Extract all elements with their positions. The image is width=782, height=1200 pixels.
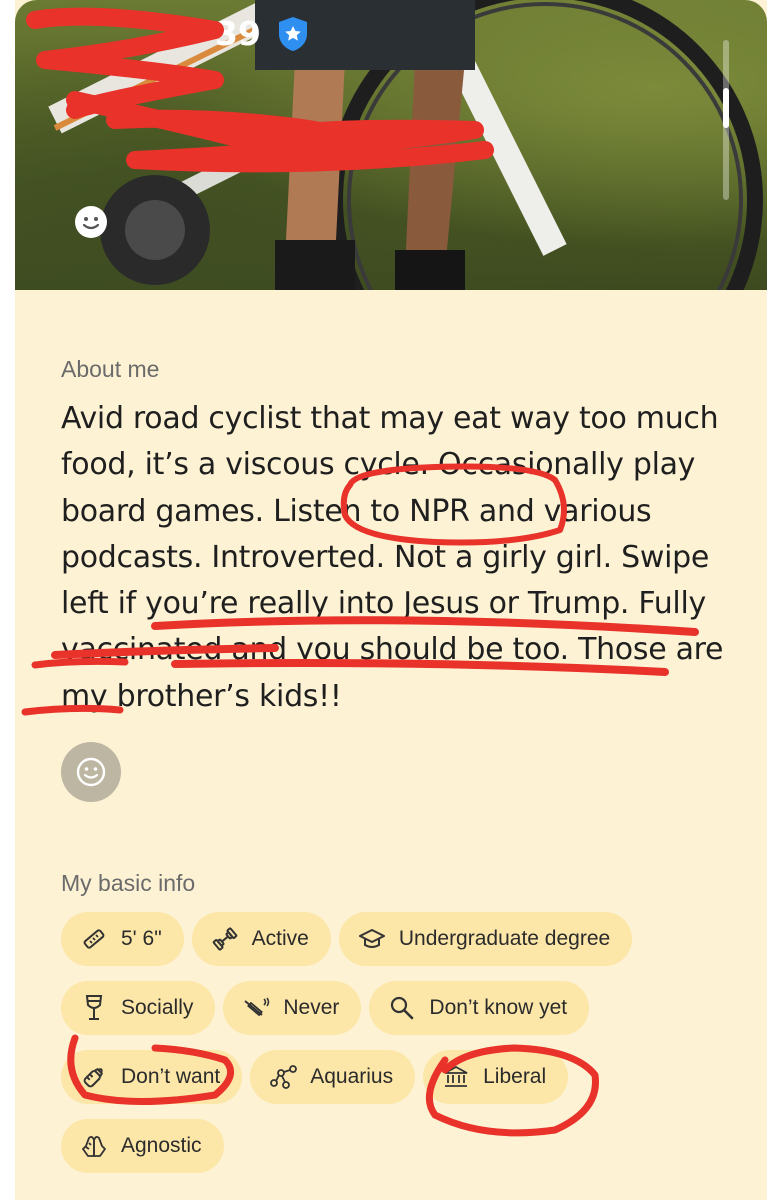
react-photo-button[interactable] <box>75 206 107 238</box>
chip-row: 5' 6" Active Undergraduate degree <box>61 912 633 966</box>
chip-exercise[interactable]: Active <box>191 912 331 966</box>
basic-info-heading: My basic info <box>61 870 196 896</box>
react-about-button[interactable] <box>61 742 121 802</box>
chip-politics[interactable]: Liberal <box>423 1050 569 1104</box>
chip-label: Liberal <box>483 1065 547 1088</box>
dumbbell-icon <box>210 924 240 954</box>
chip-drinking[interactable]: Socially <box>61 981 216 1035</box>
government-building-icon <box>441 1062 471 1092</box>
chip-label: Undergraduate degree <box>398 927 611 950</box>
chip-label: Aquarius <box>310 1065 394 1088</box>
profile-photo[interactable]: 39 <box>15 0 767 290</box>
chip-label: Agnostic <box>121 1134 202 1157</box>
graduation-cap-icon <box>357 924 387 954</box>
chip-smoking[interactable]: Never <box>223 981 362 1035</box>
chip-education[interactable]: Undergraduate degree <box>338 912 633 966</box>
smiley-icon <box>82 217 100 230</box>
wine-glass-icon <box>79 993 109 1023</box>
chip-kids[interactable]: Don’t want <box>61 1050 243 1104</box>
chip-height[interactable]: 5' 6" <box>61 912 184 966</box>
photo-scrollbar[interactable] <box>723 40 729 200</box>
about-bio: Avid road cyclist that may eat way too m… <box>61 401 724 714</box>
chip-star-sign[interactable]: Aquarius <box>250 1050 416 1104</box>
zodiac-constellation-icon <box>268 1062 298 1092</box>
chip-label: 5' 6" <box>121 927 162 950</box>
chip-label: Don’t know yet <box>429 996 568 1019</box>
about-heading: About me <box>61 356 160 382</box>
smiley-icon <box>76 757 106 787</box>
profile-card: 39 About me Avid road cyclist that may e… <box>15 0 767 1200</box>
age-label: 39 <box>215 14 261 53</box>
chip-looking-for[interactable]: Don’t know yet <box>369 981 590 1035</box>
verified-badge-icon <box>277 16 309 52</box>
chip-label: Socially <box>121 996 194 1019</box>
chip-row: Don’t want Aquarius Liberal <box>61 1050 569 1104</box>
chip-religion[interactable]: Agnostic <box>61 1119 224 1173</box>
photo-scene <box>48 0 763 290</box>
photo-scrollbar-thumb[interactable] <box>723 88 729 128</box>
chip-label: Active <box>251 927 309 950</box>
baby-bottle-icon <box>79 1062 109 1092</box>
praying-hands-icon <box>79 1131 109 1161</box>
magnifier-icon <box>387 993 417 1023</box>
chip-row: Agnostic <box>61 1119 224 1173</box>
ruler-icon <box>79 924 109 954</box>
chip-label: Never <box>283 996 340 1019</box>
chip-row: Socially Never Don’t know yet <box>61 981 590 1035</box>
no-smoking-icon <box>241 993 271 1023</box>
chip-label: Don’t want <box>121 1065 221 1088</box>
